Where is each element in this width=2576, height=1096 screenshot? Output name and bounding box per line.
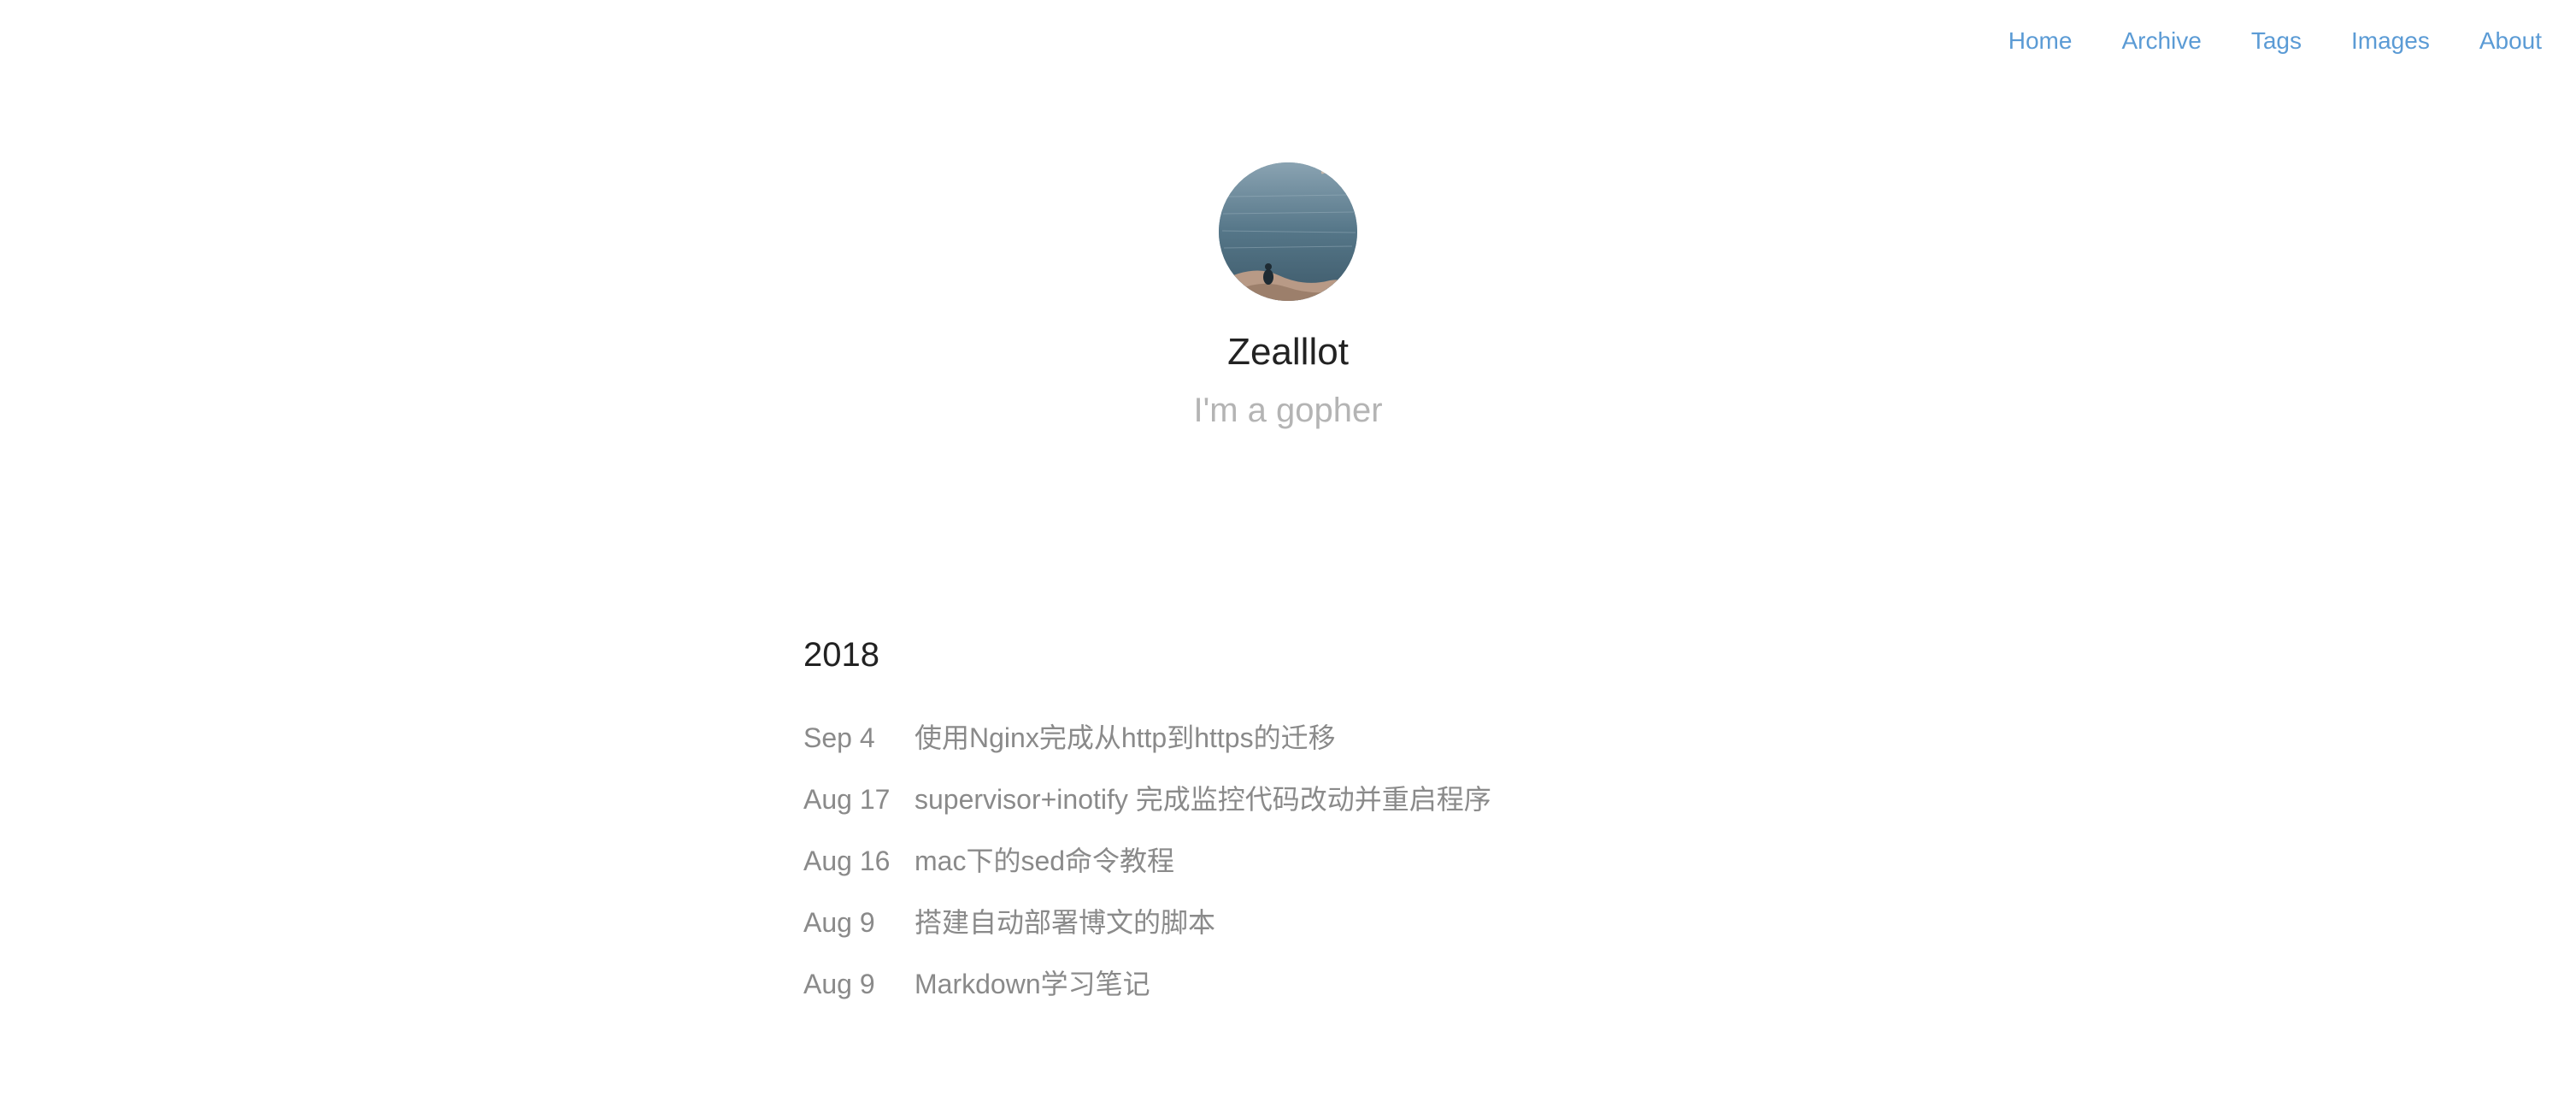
avatar-photo-icon — [1219, 162, 1357, 301]
post-date: Aug 9 — [803, 969, 875, 999]
nav-home[interactable]: Home — [2008, 29, 2073, 53]
post-item: Sep 4 使用Nginx完成从http到https的迁移 — [803, 716, 1491, 778]
top-nav: Home Archive Tags Images About — [2008, 29, 2542, 53]
post-title-link[interactable]: 使用Nginx完成从http到https的迁移 — [915, 716, 1336, 756]
post-item: Aug 9 搭建自动部署博文的脚本 — [803, 901, 1491, 963]
post-item: Aug 9 Markdown学习笔记 — [803, 963, 1491, 1024]
post-date: Aug 9 — [803, 907, 875, 938]
avatar[interactable] — [1219, 162, 1357, 301]
post-date: Sep 4 — [803, 722, 875, 753]
post-title-link[interactable]: supervisor+inotify 完成监控代码改动并重启程序 — [915, 778, 1491, 817]
post-title-link[interactable]: 搭建自动部署博文的脚本 — [915, 901, 1215, 940]
page: Home Archive Tags Images About Zealllot … — [0, 0, 2576, 1096]
profile-name: Zealllot — [1227, 331, 1349, 373]
archive-year: 2018 — [803, 636, 879, 674]
post-date: Aug 17 — [803, 784, 891, 815]
post-item: Aug 17 supervisor+inotify 完成监控代码改动并重启程序 — [803, 778, 1491, 840]
post-title-link[interactable]: Markdown学习笔记 — [915, 963, 1150, 1002]
nav-archive[interactable]: Archive — [2121, 29, 2201, 53]
nav-tags[interactable]: Tags — [2251, 29, 2302, 53]
post-title-link[interactable]: mac下的sed命令教程 — [915, 840, 1174, 879]
post-date: Aug 16 — [803, 846, 891, 876]
post-item: Aug 16 mac下的sed命令教程 — [803, 840, 1491, 901]
nav-images[interactable]: Images — [2351, 29, 2430, 53]
profile-tagline: I'm a gopher — [1193, 392, 1383, 429]
archive-list: 2018 Sep 4 使用Nginx完成从http到https的迁移 Aug 1… — [803, 638, 1491, 1024]
nav-about[interactable]: About — [2479, 29, 2542, 53]
profile-section: Zealllot I'm a gopher — [0, 162, 2576, 427]
